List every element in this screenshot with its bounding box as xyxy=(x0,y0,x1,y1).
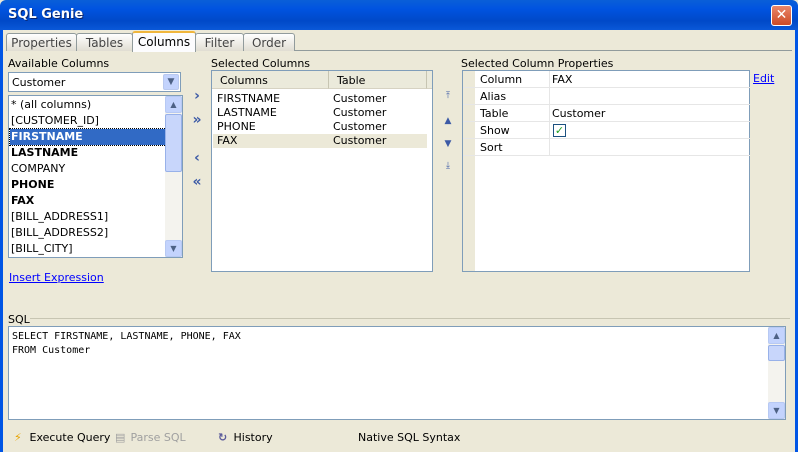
scroll-up-icon[interactable]: ▲ xyxy=(768,327,785,344)
property-row-sort[interactable]: Sort xyxy=(463,139,750,156)
history-label: History xyxy=(233,431,273,444)
property-value[interactable]: FAX xyxy=(552,73,572,86)
history-icon: ↻ xyxy=(218,431,228,444)
tab-filter[interactable]: Filter xyxy=(195,33,244,51)
column-properties-label: Selected Column Properties xyxy=(461,57,614,70)
chevron-down-icon[interactable]: ▼ xyxy=(163,74,179,90)
add-column-button[interactable]: › xyxy=(189,88,205,104)
list-item[interactable]: [BILL_ADDRESS2] xyxy=(10,225,166,241)
close-icon: ✕ xyxy=(775,7,788,23)
remove-all-columns-button[interactable]: « xyxy=(189,174,205,190)
move-up-icon[interactable]: ▲ xyxy=(442,116,454,126)
history-button[interactable]: ↻ History xyxy=(218,431,273,444)
list-item[interactable]: * (all columns) xyxy=(10,97,166,113)
sql-text[interactable]: SELECT FIRSTNAME, LASTNAME, PHONE, FAX F… xyxy=(12,330,241,358)
sql-separator xyxy=(30,318,790,319)
selected-columns-grid[interactable]: Columns Table FIRSTNAME Customer LASTNAME C… xyxy=(211,70,433,272)
property-divider xyxy=(549,71,550,88)
property-divider xyxy=(549,122,550,139)
selected-columns-label: Selected Columns xyxy=(211,57,311,70)
close-button[interactable]: ✕ xyxy=(771,5,792,26)
document-icon: ▤ xyxy=(115,431,126,444)
available-columns-list[interactable]: * (all columns) [CUSTOMER_ID] FIRSTNAME LAS… xyxy=(8,95,183,258)
window-title: SQL Genie xyxy=(8,7,84,22)
scroll-thumb[interactable] xyxy=(768,345,785,361)
selected-column-table[interactable]: Customer xyxy=(333,134,386,147)
lightning-icon: ⚡ xyxy=(14,431,22,444)
selected-column-table[interactable]: Customer xyxy=(333,120,386,133)
sql-label: SQL xyxy=(8,313,30,326)
property-row-show[interactable]: Show ✓ xyxy=(463,122,750,139)
native-sql-syntax-label: Native SQL Syntax xyxy=(358,431,461,444)
move-top-icon[interactable]: ⤒ xyxy=(442,91,454,101)
parse-sql-label: Parse SQL xyxy=(130,431,186,444)
property-key: Alias xyxy=(480,90,507,103)
tab-properties[interactable]: Properties xyxy=(6,33,77,51)
list-item[interactable]: [BILL_CITY] xyxy=(10,241,166,257)
edit-link[interactable]: Edit xyxy=(753,72,774,85)
property-divider xyxy=(549,88,550,105)
move-bottom-icon[interactable]: ⤓ xyxy=(442,161,454,171)
property-row-column[interactable]: Column FAX xyxy=(463,71,750,88)
table-select-value: Customer xyxy=(12,76,66,89)
tab-order[interactable]: Order xyxy=(243,33,295,51)
column-properties-grid[interactable]: Column FAX Alias Table Customer Show ✓ Sort xyxy=(462,70,750,272)
column-header-table[interactable]: Table xyxy=(329,71,427,89)
sql-editor[interactable]: SELECT FIRSTNAME, LASTNAME, PHONE, FAX F… xyxy=(8,326,786,420)
list-item[interactable]: COMPANY xyxy=(10,161,166,177)
selected-column-name[interactable]: FIRSTNAME xyxy=(217,92,280,105)
selected-row-highlight xyxy=(213,134,427,148)
property-divider xyxy=(549,139,550,156)
scroll-down-icon[interactable]: ▼ xyxy=(165,240,182,257)
move-down-icon[interactable]: ▼ xyxy=(442,139,454,149)
property-value[interactable]: Customer xyxy=(552,107,605,120)
list-item[interactable]: [CUSTOMER_ID] xyxy=(10,113,166,129)
list-item[interactable]: LASTNAME xyxy=(10,145,166,161)
insert-expression-link[interactable]: Insert Expression xyxy=(9,271,104,284)
list-item[interactable]: [BILL_ADDRESS1] xyxy=(10,209,166,225)
property-key: Column xyxy=(480,73,523,86)
bottom-toolbar: ⚡ Execute Query ▤ Parse SQL ↻ History Na… xyxy=(0,424,798,452)
selected-column-table[interactable]: Customer xyxy=(333,92,386,105)
add-all-columns-button[interactable]: » xyxy=(189,112,205,128)
execute-query-label: Execute Query xyxy=(29,431,111,444)
remove-column-button[interactable]: ‹ xyxy=(189,150,205,166)
list-item[interactable]: FIRSTNAME xyxy=(9,128,167,146)
tab-columns[interactable]: Columns xyxy=(132,31,196,52)
scroll-down-icon[interactable]: ▼ xyxy=(768,402,785,419)
window-frame-left xyxy=(0,30,3,452)
property-divider xyxy=(549,105,550,122)
property-row-alias[interactable]: Alias xyxy=(463,88,750,105)
sql-scrollbar[interactable]: ▲ ▼ xyxy=(768,327,785,419)
selected-column-name[interactable]: PHONE xyxy=(217,120,256,133)
show-checkbox[interactable]: ✓ xyxy=(553,124,566,137)
table-select[interactable]: Customer ▼ xyxy=(8,72,181,92)
column-header-filler xyxy=(427,71,432,89)
scroll-thumb[interactable] xyxy=(165,114,182,172)
property-row-table[interactable]: Table Customer xyxy=(463,105,750,122)
property-key: Table xyxy=(480,107,509,120)
selected-column-name[interactable]: LASTNAME xyxy=(217,106,277,119)
title-bar: SQL Genie ✕ xyxy=(0,0,798,30)
list-item[interactable]: FAX xyxy=(10,193,166,209)
selected-column-table[interactable]: Customer xyxy=(333,106,386,119)
available-columns-label: Available Columns xyxy=(8,57,110,70)
available-columns-scrollbar[interactable]: ▲ ▼ xyxy=(165,96,182,257)
tab-tables[interactable]: Tables xyxy=(76,33,133,51)
scroll-up-icon[interactable]: ▲ xyxy=(165,96,182,113)
property-key: Show xyxy=(480,124,510,137)
selected-column-name[interactable]: FAX xyxy=(217,134,237,147)
column-header-columns[interactable]: Columns xyxy=(212,71,329,89)
execute-query-button[interactable]: ⚡ Execute Query xyxy=(14,431,110,444)
list-item[interactable]: PHONE xyxy=(10,177,166,193)
property-key: Sort xyxy=(480,141,503,154)
parse-sql-button[interactable]: ▤ Parse SQL xyxy=(115,431,186,444)
